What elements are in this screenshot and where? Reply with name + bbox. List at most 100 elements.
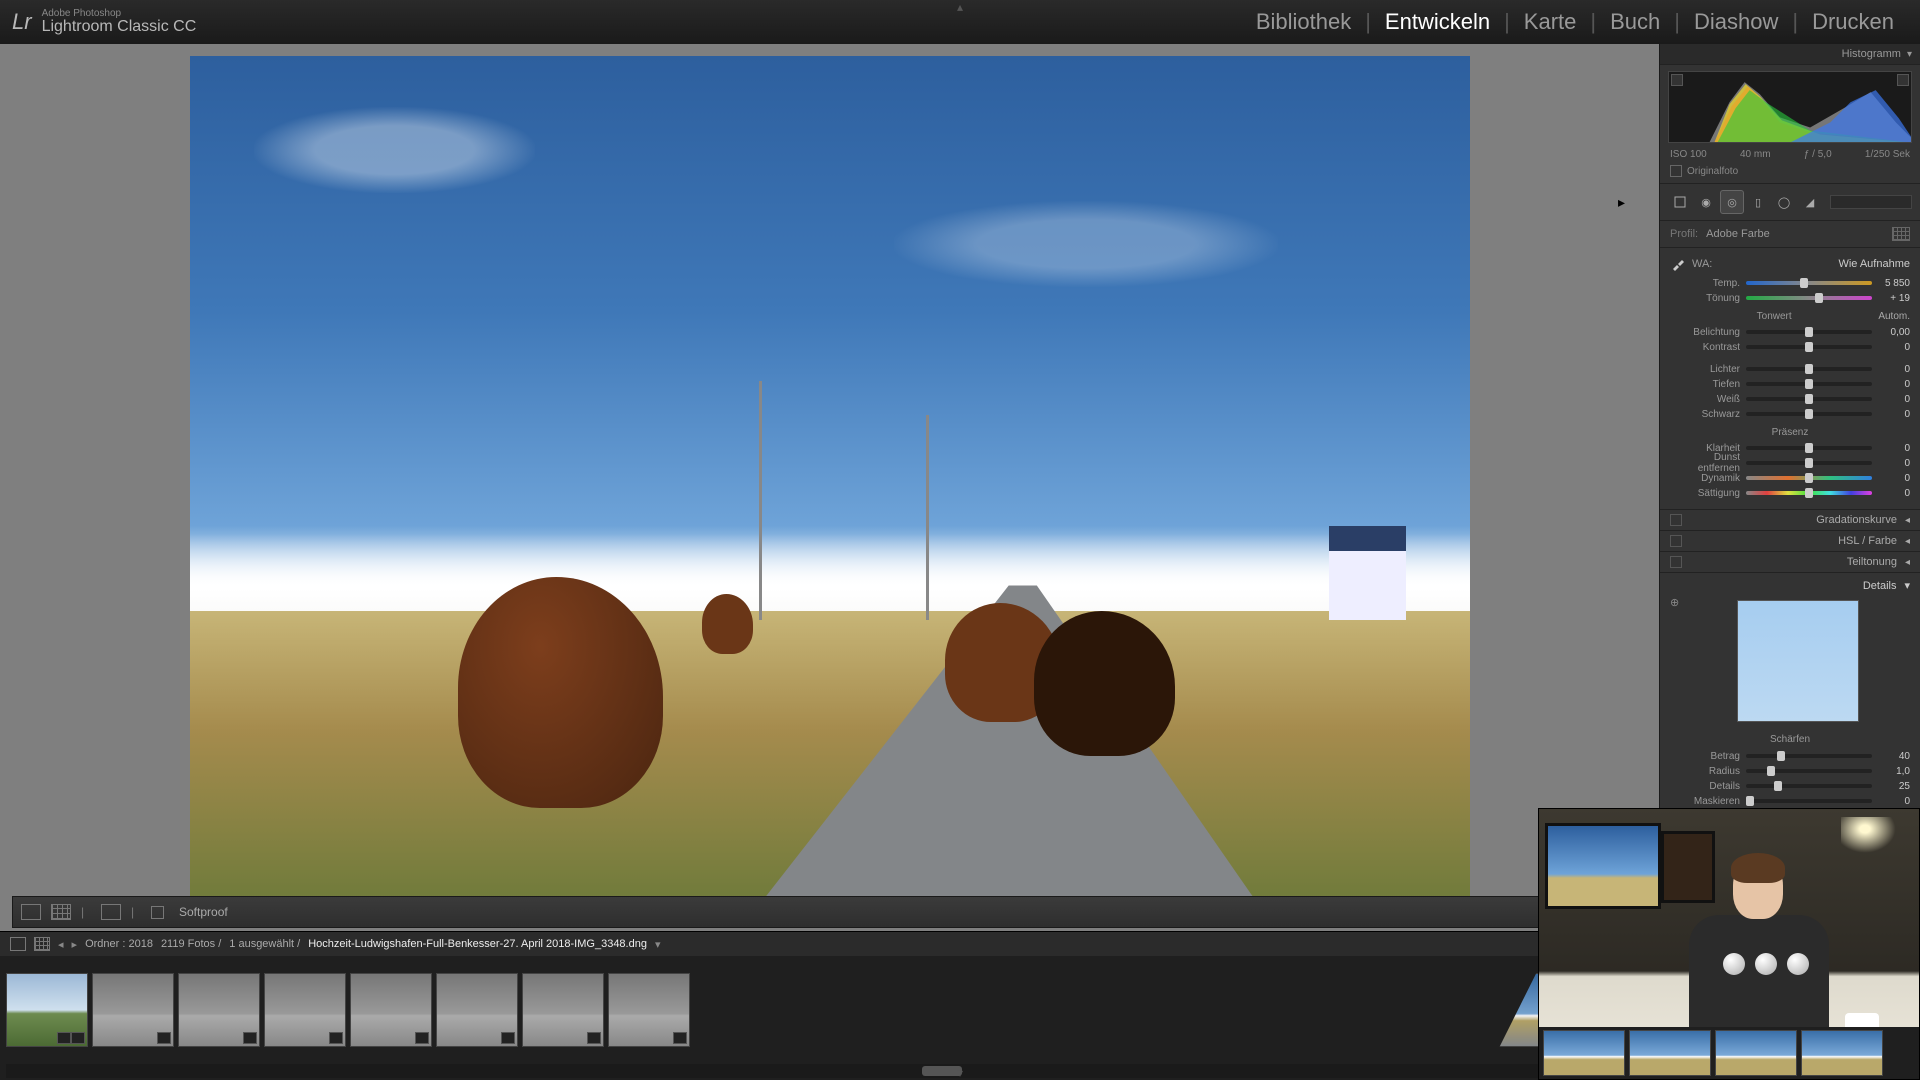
cursor-icon: ▸ bbox=[1618, 194, 1625, 211]
histogram-header[interactable]: Histogramm ▾ bbox=[1660, 44, 1920, 65]
original-label: Originalfoto bbox=[1687, 166, 1738, 177]
nav-back-icon[interactable]: ◂ bbox=[58, 938, 64, 951]
original-checkbox[interactable] bbox=[1670, 165, 1682, 177]
thumbnail[interactable] bbox=[350, 973, 432, 1047]
module-map[interactable]: Karte bbox=[1510, 9, 1591, 35]
tonecurve-panel-header[interactable]: Gradationskurve◂ bbox=[1660, 510, 1920, 531]
sharpen-masking-slider[interactable]: Maskieren0 bbox=[1670, 794, 1910, 808]
webcam-overlay bbox=[1538, 808, 1920, 1080]
panel-collapse-bottom-icon[interactable]: ▾ bbox=[957, 1066, 963, 1080]
softproof-checkbox[interactable] bbox=[151, 906, 164, 919]
histogram[interactable] bbox=[1668, 71, 1912, 143]
module-book[interactable]: Buch bbox=[1596, 9, 1674, 35]
filmstrip-selected: 1 ausgewählt / bbox=[229, 938, 300, 950]
vibrance-slider[interactable]: Dynamik0 bbox=[1670, 471, 1910, 485]
detail-target-icon[interactable]: ⊕ bbox=[1670, 596, 1679, 609]
sharpen-detail-slider[interactable]: Details25 bbox=[1670, 779, 1910, 793]
nav-fwd-icon[interactable]: ▸ bbox=[72, 938, 78, 951]
gradient-tool-icon[interactable]: ▯ bbox=[1746, 190, 1770, 214]
shadows-slider[interactable]: Tiefen0 bbox=[1670, 377, 1910, 391]
slider-thumb[interactable] bbox=[1800, 278, 1808, 288]
panel-switch-icon[interactable] bbox=[1670, 514, 1682, 526]
filmstrip-count: 2119 Fotos / bbox=[161, 938, 221, 950]
panel-collapse-top-icon[interactable]: ▴ bbox=[957, 0, 963, 14]
profile-value[interactable]: Adobe Farbe bbox=[1706, 228, 1770, 240]
pip-filmstrip bbox=[1539, 1027, 1919, 1079]
module-picker: Bibliothek | Entwickeln | Karte | Buch |… bbox=[1242, 9, 1908, 35]
filmstrip-path[interactable]: Hochzeit-Ludwigshafen-Full-Benkesser-27.… bbox=[308, 938, 647, 950]
crop-tool-icon[interactable] bbox=[1668, 190, 1692, 214]
splittone-panel-header[interactable]: Teiltonung◂ bbox=[1660, 552, 1920, 573]
temp-slider[interactable]: Temp. 5 850 bbox=[1670, 276, 1910, 290]
chevron-left-icon: ◂ bbox=[1905, 515, 1910, 526]
wb-eyedropper-icon[interactable] bbox=[1670, 256, 1686, 272]
thumbnail[interactable] bbox=[1543, 1030, 1625, 1076]
highlights-slider[interactable]: Lichter0 bbox=[1670, 362, 1910, 376]
pip-person bbox=[1679, 857, 1829, 1037]
brush-tool-icon[interactable]: ◢ bbox=[1798, 190, 1822, 214]
exposure-slider[interactable]: Belichtung0,00 bbox=[1670, 325, 1910, 339]
thumbnail[interactable] bbox=[264, 973, 346, 1047]
local-tools: ◉ ◎ ▯ ◯ ◢ bbox=[1660, 184, 1920, 221]
redeye-tool-icon[interactable]: ◎ bbox=[1720, 190, 1744, 214]
meta-aperture: ƒ / 5,0 bbox=[1804, 149, 1832, 160]
sharpen-head: Schärfen bbox=[1670, 734, 1910, 745]
auto-tone-button[interactable]: Autom. bbox=[1878, 311, 1910, 322]
top-bar: Lr Adobe Photoshop Lightroom Classic CC … bbox=[0, 0, 1920, 45]
thumb-badge-icon bbox=[71, 1032, 85, 1044]
spot-tool-icon[interactable]: ◉ bbox=[1694, 190, 1718, 214]
module-print[interactable]: Drucken bbox=[1798, 9, 1908, 35]
profile-browser-icon[interactable] bbox=[1892, 227, 1910, 241]
detail-panel-header[interactable]: Details▾ bbox=[1670, 579, 1910, 592]
softproof-label: Softproof bbox=[179, 905, 228, 919]
brand-name: Lightroom Classic CC bbox=[42, 19, 197, 35]
detail-panel: Details▾ ⊕ Schärfen Betrag40 Radius1,0 D… bbox=[1660, 573, 1920, 816]
radial-tool-icon[interactable]: ◯ bbox=[1772, 190, 1796, 214]
histogram-graph bbox=[1669, 72, 1911, 143]
module-slideshow[interactable]: Diashow bbox=[1680, 9, 1792, 35]
lightroom-logo-icon: Lr bbox=[12, 9, 32, 35]
contrast-slider[interactable]: Kontrast0 bbox=[1670, 340, 1910, 354]
basic-panel: WA: Wie Aufnahme Temp. 5 850 Tönung + 19… bbox=[1660, 248, 1920, 510]
grid-view-icon[interactable] bbox=[34, 937, 50, 951]
before-after-tb-icon[interactable] bbox=[101, 904, 121, 920]
wb-label: WA: bbox=[1692, 258, 1712, 270]
meta-shutter: 1/250 Sek bbox=[1865, 149, 1910, 160]
sharpen-radius-slider[interactable]: Radius1,0 bbox=[1670, 764, 1910, 778]
hsl-panel-header[interactable]: HSL / Farbe◂ bbox=[1660, 531, 1920, 552]
profile-label: Profil: bbox=[1670, 228, 1698, 240]
histogram-meta: ISO 100 40 mm ƒ / 5,0 1/250 Sek bbox=[1660, 147, 1920, 162]
meta-iso: ISO 100 bbox=[1670, 149, 1707, 160]
blacks-slider[interactable]: Schwarz0 bbox=[1670, 407, 1910, 421]
sharpen-amount-slider[interactable]: Betrag40 bbox=[1670, 749, 1910, 763]
thumbnail[interactable] bbox=[6, 973, 88, 1047]
path-dropdown-icon[interactable]: ▾ bbox=[655, 938, 661, 951]
thumbnail[interactable] bbox=[522, 973, 604, 1047]
scrollbar-thumb[interactable] bbox=[922, 1066, 962, 1076]
whites-slider[interactable]: Weiß0 bbox=[1670, 392, 1910, 406]
thumbnail[interactable] bbox=[178, 973, 260, 1047]
thumbnail[interactable] bbox=[436, 973, 518, 1047]
detail-preview[interactable] bbox=[1737, 600, 1859, 722]
original-photo-row[interactable]: Originalfoto bbox=[1660, 162, 1920, 184]
meta-focal: 40 mm bbox=[1740, 149, 1771, 160]
tool-options-expand[interactable] bbox=[1830, 195, 1912, 209]
filmstrip-folder[interactable]: Ordner : 2018 bbox=[85, 938, 153, 950]
thumbnail[interactable] bbox=[92, 973, 174, 1047]
module-develop[interactable]: Entwickeln bbox=[1371, 9, 1504, 35]
photo-canvas[interactable] bbox=[190, 56, 1470, 910]
tint-slider[interactable]: Tönung + 19 bbox=[1670, 291, 1910, 305]
module-library[interactable]: Bibliothek bbox=[1242, 9, 1365, 35]
second-window-icon[interactable] bbox=[10, 937, 26, 951]
toolbar-sep: | bbox=[81, 905, 91, 919]
saturation-slider[interactable]: Sättigung0 bbox=[1670, 486, 1910, 500]
loupe-toolbar: | | Softproof bbox=[12, 896, 1647, 928]
chevron-down-icon: ▾ bbox=[1907, 49, 1912, 60]
loupe-view-icon[interactable] bbox=[21, 904, 41, 920]
thumbnail[interactable] bbox=[608, 973, 690, 1047]
dehaze-slider[interactable]: Dunst entfernen0 bbox=[1670, 456, 1910, 470]
before-after-lr-icon[interactable] bbox=[51, 904, 71, 920]
wb-value[interactable]: Wie Aufnahme bbox=[1838, 258, 1910, 270]
histogram-title: Histogramm bbox=[1842, 48, 1901, 60]
pip-monitor bbox=[1545, 823, 1661, 909]
